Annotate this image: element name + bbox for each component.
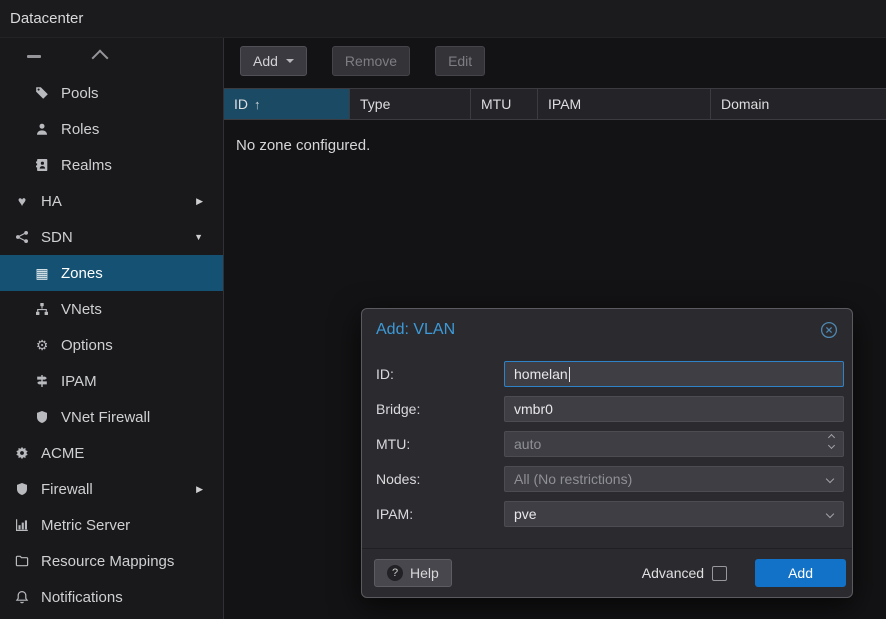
- network-icon: [32, 302, 52, 316]
- shield-icon: [12, 482, 32, 496]
- grid-icon: ▦: [32, 266, 52, 280]
- chevron-right-icon[interactable]: [196, 196, 203, 207]
- sidebar-item-realms[interactable]: Realms: [0, 147, 223, 183]
- shield-icon: [32, 410, 52, 424]
- sidebar-item-label: Firewall: [41, 481, 93, 498]
- sidebar-item-label: Notifications: [41, 589, 123, 606]
- certificate-icon: [12, 446, 32, 460]
- mtu-spinner[interactable]: auto: [504, 431, 844, 457]
- column-header-type[interactable]: Type: [350, 89, 471, 119]
- sidebar-item-resource-mappings[interactable]: Resource Mappings: [0, 543, 223, 579]
- field-label-id: ID:: [376, 366, 504, 382]
- page-title: Datacenter: [10, 10, 83, 27]
- bell-icon: [12, 590, 32, 604]
- column-header-ipam[interactable]: IPAM: [538, 89, 711, 119]
- field-label-ipam: IPAM:: [376, 506, 504, 522]
- tags-icon: [32, 86, 52, 100]
- toolbar: Add Remove Edit: [224, 38, 886, 76]
- id-input[interactable]: homelan: [504, 361, 844, 387]
- bridge-input[interactable]: vmbr0: [504, 396, 844, 422]
- sidebar-item-label: Pools: [61, 85, 99, 102]
- submit-add-button[interactable]: Add: [755, 559, 846, 587]
- sidebar-item-label: ACME: [41, 445, 84, 462]
- sidebar-item-roles[interactable]: Roles: [0, 111, 223, 147]
- sidebar-item-firewall[interactable]: Firewall: [0, 471, 223, 507]
- text-cursor: [569, 367, 570, 382]
- share-nodes-icon: [12, 230, 32, 244]
- ipam-select[interactable]: pve: [504, 501, 844, 527]
- advanced-checkbox[interactable]: [712, 566, 727, 581]
- sidebar-item-label: IPAM: [61, 373, 97, 390]
- field-label-bridge: Bridge:: [376, 401, 504, 417]
- empty-table-message: No zone configured.: [224, 120, 886, 154]
- sidebar-item-vnet-firewall[interactable]: VNet Firewall: [0, 399, 223, 435]
- sidebar-item-label: Metric Server: [41, 517, 130, 534]
- bar-chart-icon: [12, 518, 32, 532]
- dialog-footer: ? Help Advanced Add: [362, 548, 852, 597]
- chevron-down-icon[interactable]: [194, 232, 203, 242]
- edit-button[interactable]: Edit: [435, 46, 485, 76]
- sidebar-item-label: VNet Firewall: [61, 409, 150, 426]
- sidebar-item-label: SDN: [41, 229, 73, 246]
- dialog-title: Add: VLAN: [376, 321, 455, 339]
- sidebar-item-options[interactable]: ⚙ Options: [0, 327, 223, 363]
- folder-icon: [12, 554, 32, 568]
- sidebar-item-ha[interactable]: ♥ HA: [0, 183, 223, 219]
- gear-icon: ⚙: [32, 338, 52, 352]
- sidebar: Pools Roles Realms ♥ HA SDN ▦ Zones VNet…: [0, 38, 224, 619]
- advanced-label: Advanced: [642, 565, 704, 581]
- chevron-down-icon: [286, 59, 294, 63]
- icon-fragment: [27, 55, 41, 58]
- caret-fragment: [92, 50, 109, 67]
- remove-button[interactable]: Remove: [332, 46, 410, 76]
- sidebar-item-acme[interactable]: ACME: [0, 435, 223, 471]
- column-label: ID: [234, 96, 248, 112]
- sidebar-item-notifications[interactable]: Notifications: [0, 579, 223, 615]
- partially-visible-sidebar-item: [0, 38, 223, 75]
- field-label-nodes: Nodes:: [376, 471, 504, 487]
- sidebar-item-ipam[interactable]: IPAM: [0, 363, 223, 399]
- top-bar: Datacenter: [0, 0, 886, 38]
- chevron-down-icon: [826, 475, 834, 483]
- help-button[interactable]: ? Help: [374, 559, 452, 587]
- table-header: ID Type MTU IPAM Domain: [224, 88, 886, 120]
- question-icon: ?: [387, 565, 403, 581]
- sidebar-item-zones[interactable]: ▦ Zones: [0, 255, 223, 291]
- spinner-arrows-icon[interactable]: [829, 435, 834, 448]
- chevron-down-icon: [826, 510, 834, 518]
- sidebar-item-label: Realms: [61, 157, 112, 174]
- sort-ascending-icon: [248, 96, 261, 112]
- sidebar-item-label: Options: [61, 337, 113, 354]
- column-header-domain[interactable]: Domain: [711, 89, 886, 119]
- sidebar-item-pools[interactable]: Pools: [0, 75, 223, 111]
- sidebar-item-label: HA: [41, 193, 62, 210]
- heartbeat-icon: ♥: [12, 194, 32, 208]
- column-header-id[interactable]: ID: [224, 89, 350, 119]
- chevron-right-icon[interactable]: [196, 484, 203, 495]
- add-button[interactable]: Add: [240, 46, 307, 76]
- column-header-mtu[interactable]: MTU: [471, 89, 538, 119]
- user-icon: [32, 122, 52, 136]
- nodes-select[interactable]: All (No restrictions): [504, 466, 844, 492]
- sidebar-item-sdn[interactable]: SDN: [0, 219, 223, 255]
- map-signs-icon: [32, 374, 52, 388]
- advanced-toggle: Advanced: [642, 565, 727, 581]
- sidebar-item-metric-server[interactable]: Metric Server: [0, 507, 223, 543]
- sidebar-item-label: Resource Mappings: [41, 553, 174, 570]
- add-button-label: Add: [253, 53, 278, 69]
- dialog-body: ID: homelan Bridge: vmbr0 MTU: auto Node…: [362, 353, 852, 540]
- sidebar-item-label: Zones: [61, 265, 103, 282]
- add-vlan-dialog: Add: VLAN ID: homelan Bridge: vmbr0 MTU:…: [361, 308, 853, 598]
- sidebar-item-vnets[interactable]: VNets: [0, 291, 223, 327]
- help-button-label: Help: [410, 565, 439, 581]
- address-book-icon: [32, 158, 52, 172]
- close-icon[interactable]: [820, 321, 838, 339]
- sidebar-item-label: VNets: [61, 301, 102, 318]
- dialog-header: Add: VLAN: [362, 309, 852, 353]
- sidebar-item-label: Roles: [61, 121, 99, 138]
- field-label-mtu: MTU:: [376, 436, 504, 452]
